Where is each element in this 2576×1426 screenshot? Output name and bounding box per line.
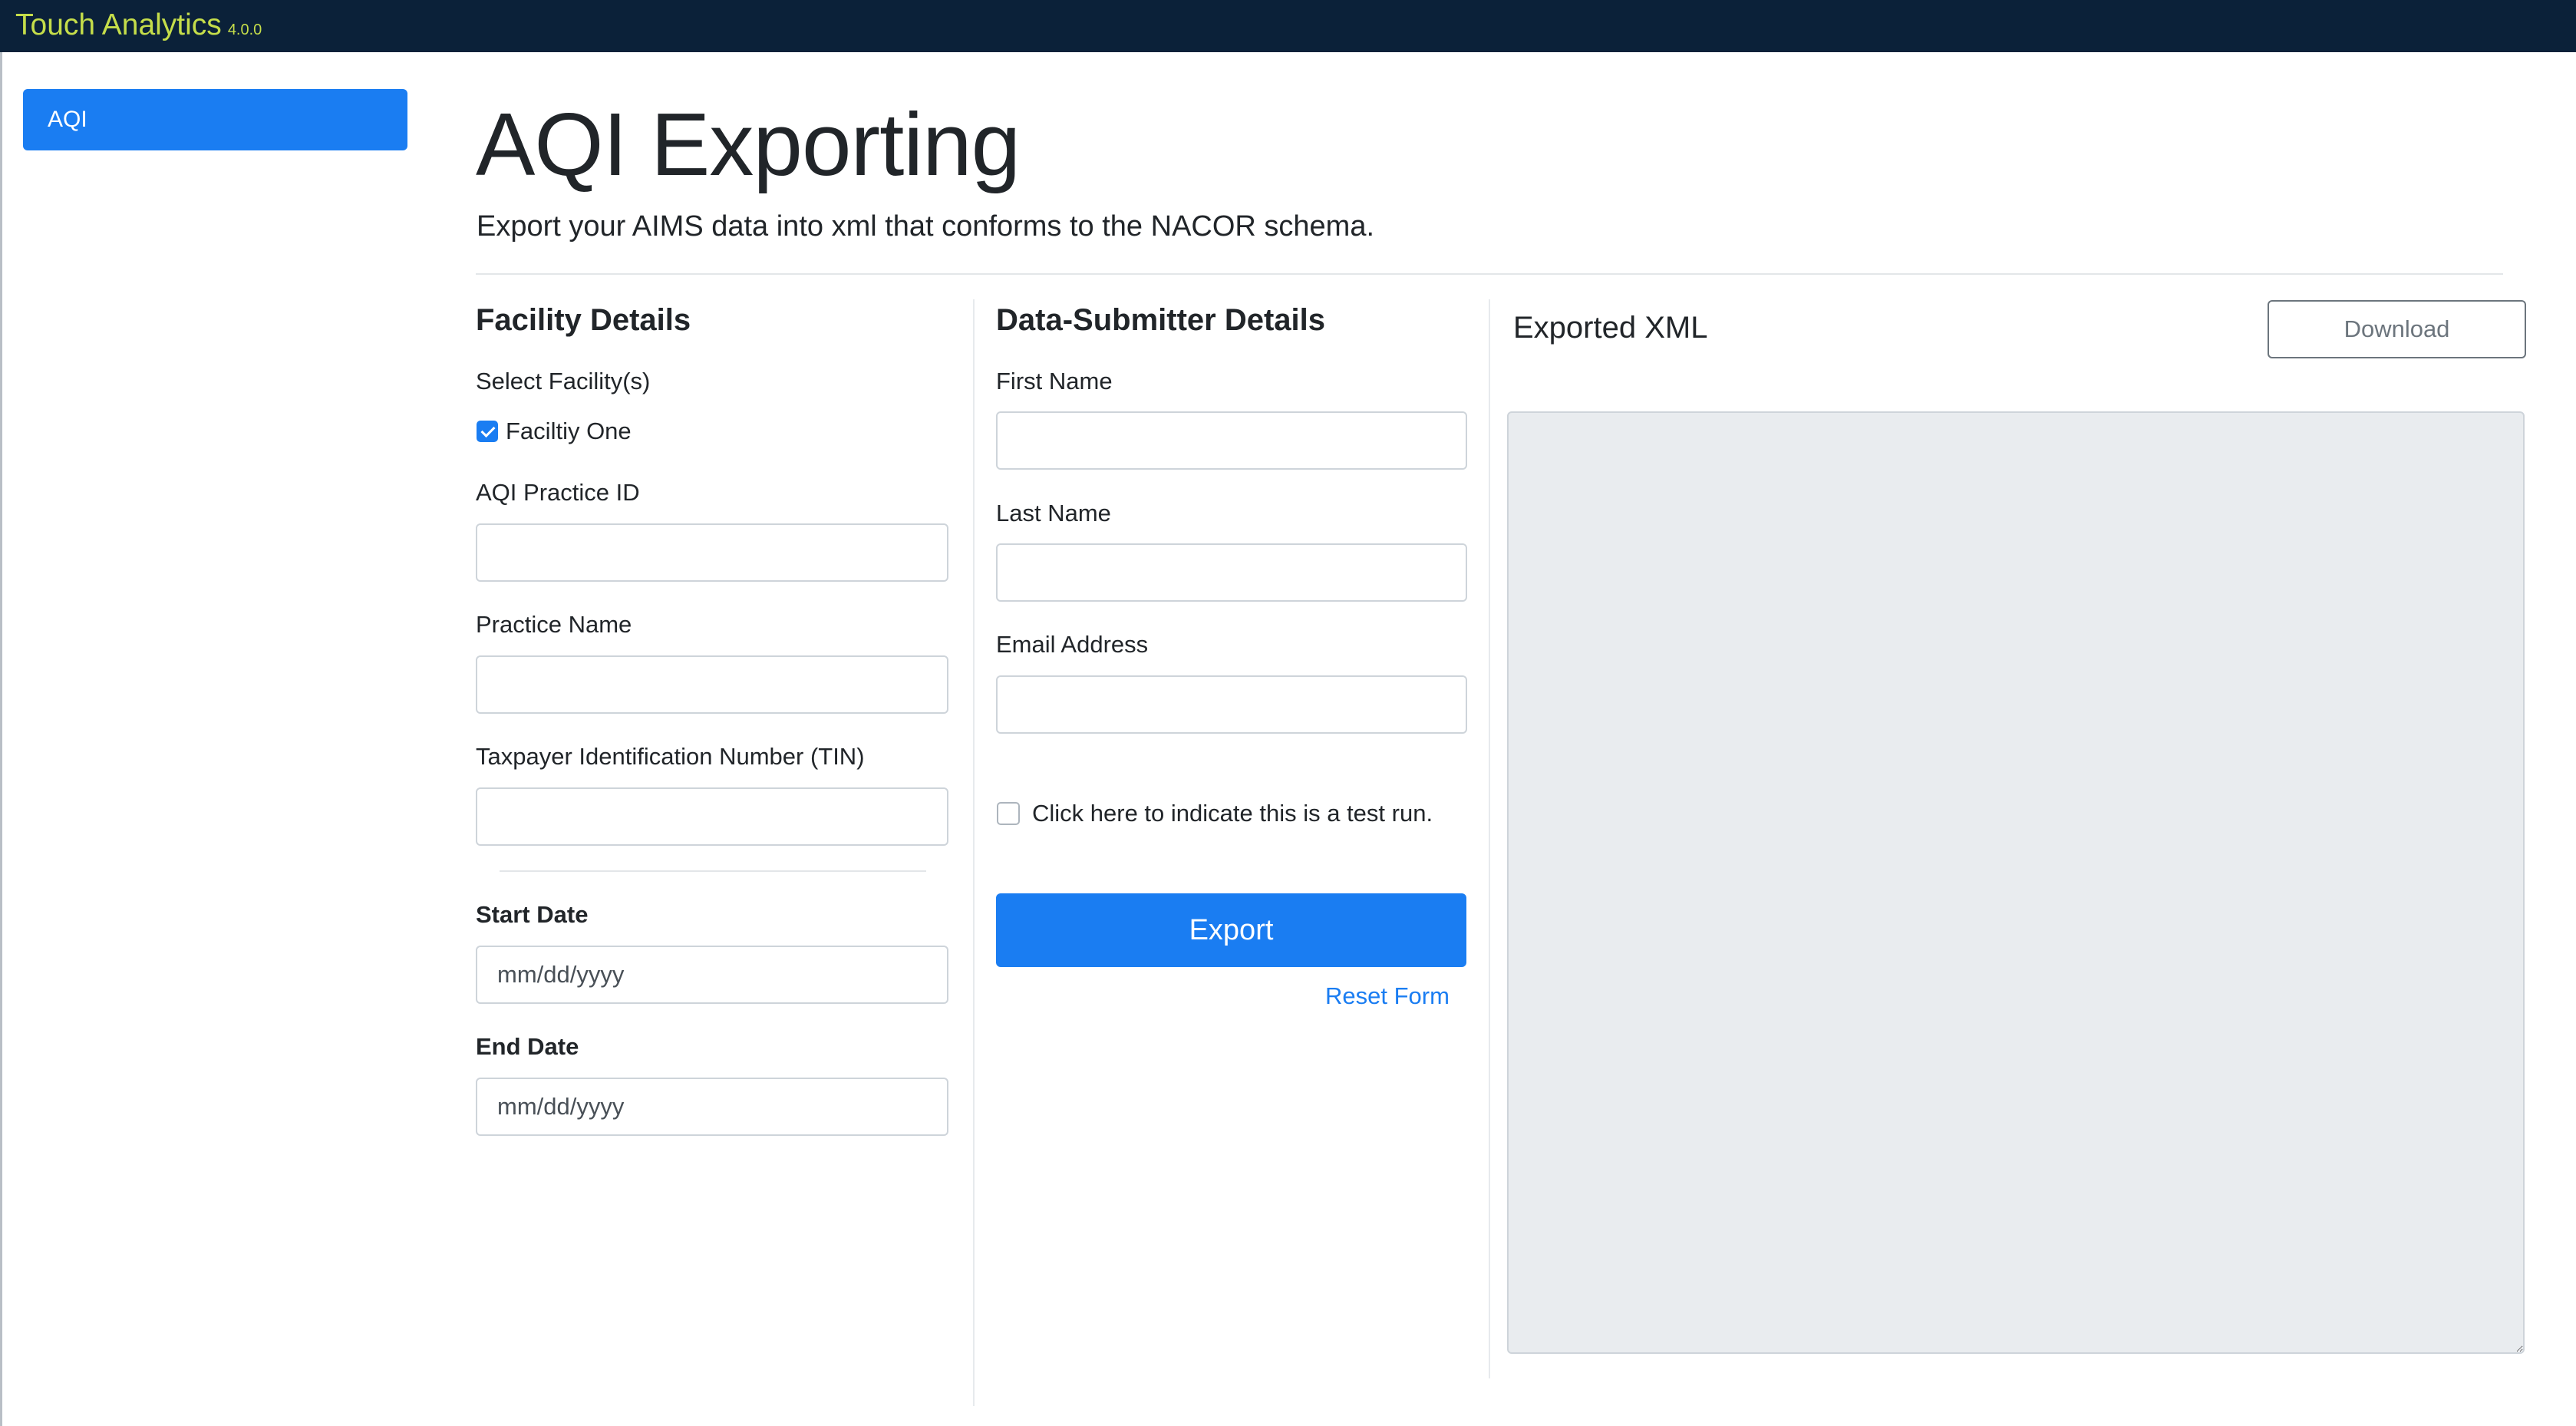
tin-input[interactable]: [476, 787, 948, 846]
email-label: Email Address: [996, 631, 1149, 658]
column-divider-left: [973, 299, 975, 1406]
top-navbar: Touch Analytics 4.0.0: [0, 0, 2576, 52]
app-version: 4.0.0: [227, 21, 262, 38]
last-name-input[interactable]: [996, 543, 1467, 602]
submitter-details-title: Data-Submitter Details: [996, 303, 1325, 337]
practice-name-label: Practice Name: [476, 611, 632, 638]
end-date-label: End Date: [476, 1033, 579, 1060]
brand[interactable]: Touch Analytics 4.0.0: [15, 6, 262, 49]
tin-label: Taxpayer Identification Number (TIN): [476, 743, 865, 770]
test-run-label: Click here to indicate this is a test ru…: [1032, 800, 1433, 827]
test-run-checkbox-row[interactable]: Click here to indicate this is a test ru…: [997, 798, 1433, 829]
practice-id-input[interactable]: [476, 523, 948, 582]
sidebar-item-aqi[interactable]: AQI: [23, 89, 407, 150]
facility-one-label: Faciltiy One: [506, 418, 632, 444]
download-button[interactable]: Download: [2268, 300, 2526, 358]
reset-form-link[interactable]: Reset Form: [1325, 981, 1450, 1012]
end-date-input[interactable]: [476, 1078, 948, 1136]
brand-name: Touch Analytics: [15, 8, 222, 41]
page-subtitle: Export your AIMS data into xml that conf…: [477, 210, 1375, 243]
email-input[interactable]: [996, 675, 1467, 734]
facility-one-checkbox[interactable]: [477, 421, 498, 442]
exported-xml-textarea[interactable]: [1507, 411, 2525, 1354]
test-run-checkbox[interactable]: [997, 802, 1020, 825]
last-name-label: Last Name: [996, 500, 1111, 526]
header-divider: [476, 273, 2503, 275]
start-date-input[interactable]: [476, 946, 948, 1004]
facility-one-checkbox-row[interactable]: Faciltiy One: [477, 416, 632, 447]
select-facility-label: Select Facility(s): [476, 368, 651, 394]
window-left-border: [0, 52, 2, 1426]
page-title: AQI Exporting: [476, 94, 1021, 194]
column-divider-right: [1489, 299, 1490, 1378]
first-name-input[interactable]: [996, 411, 1467, 470]
exported-xml-title: Exported XML: [1513, 311, 1708, 345]
facility-date-divider: [500, 870, 926, 872]
start-date-label: Start Date: [476, 901, 589, 928]
facility-details-title: Facility Details: [476, 303, 691, 337]
practice-name-input[interactable]: [476, 655, 948, 714]
export-button[interactable]: Export: [996, 893, 1466, 967]
practice-id-label: AQI Practice ID: [476, 479, 640, 506]
first-name-label: First Name: [996, 368, 1113, 394]
